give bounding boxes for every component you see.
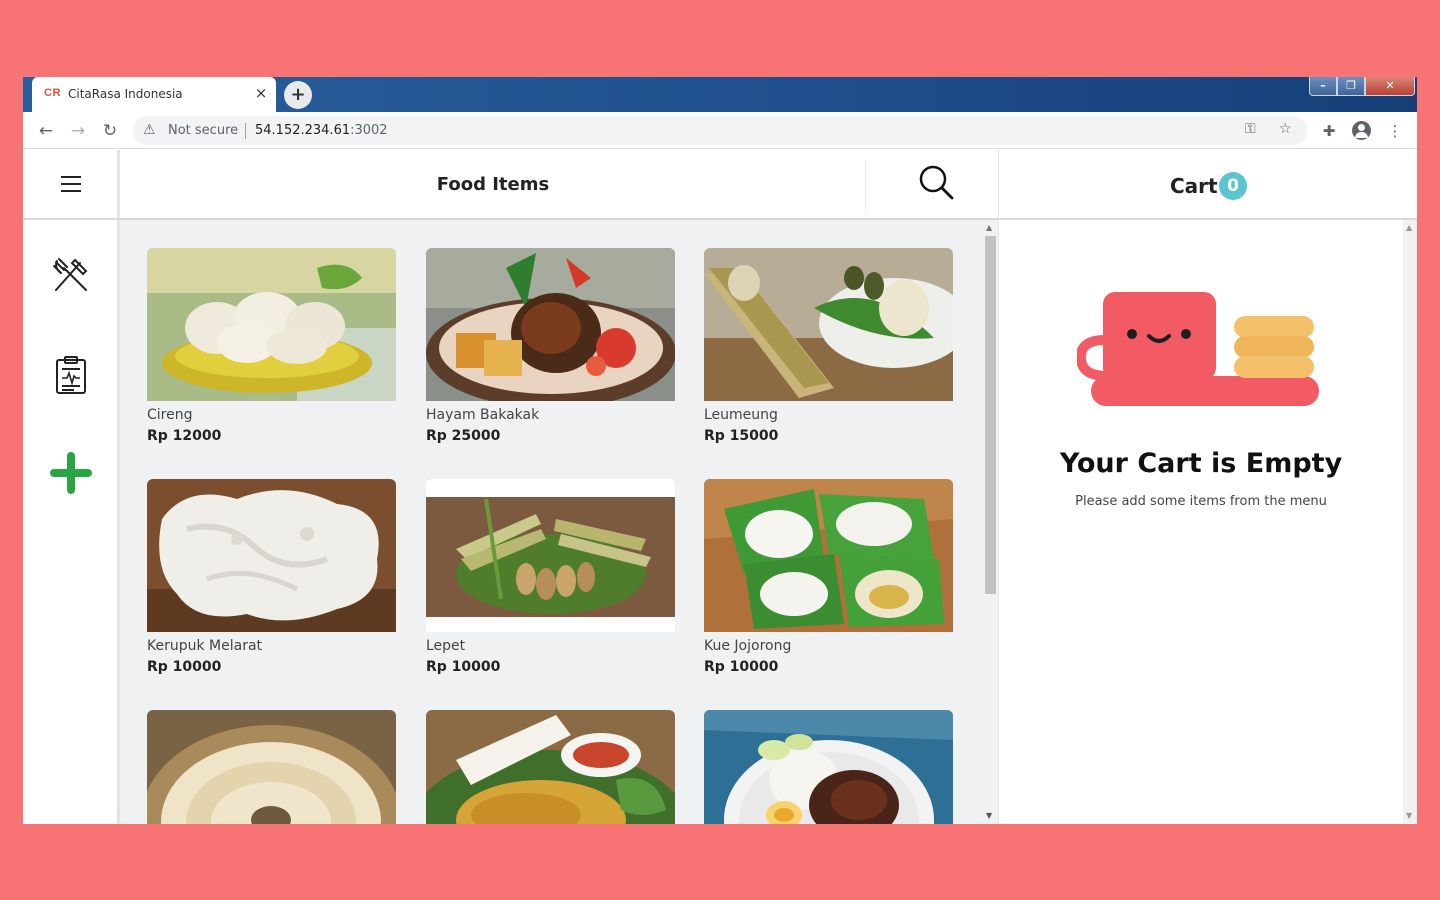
food-card[interactable]: Leumeung Rp 15000 <box>704 248 953 444</box>
tab-title: CitaRasa Indonesia <box>68 87 183 101</box>
food-image[interactable] <box>426 479 675 632</box>
minimize-button[interactable]: – <box>1309 77 1337 96</box>
food-card[interactable]: Lepet Rp 10000 <box>426 479 675 675</box>
scroll-down-arrow-icon[interactable]: ▼ <box>986 811 992 820</box>
security-label[interactable]: Not secure <box>168 123 238 138</box>
address-divider <box>245 123 246 139</box>
cart-scrollbar[interactable]: ▲ ▼ <box>1403 220 1417 824</box>
browser-tab[interactable]: CR CitaRasa Indonesia × <box>32 77 276 112</box>
food-price: Rp 10000 <box>426 659 501 675</box>
extensions-puzzle-icon[interactable]: ✚ <box>1318 120 1340 142</box>
food-image[interactable] <box>426 248 675 401</box>
close-window-button[interactable]: ✕ <box>1365 77 1415 96</box>
food-image[interactable] <box>147 710 396 824</box>
food-name: Kerupuk Melarat <box>147 638 263 654</box>
scrollbar-thumb[interactable] <box>985 236 996 594</box>
food-price: Rp 15000 <box>704 428 779 444</box>
food-card[interactable]: Cireng Rp 12000 <box>147 248 396 444</box>
app-root: Food Items Cireng Rp 12000 Hayam Bakakak… <box>23 150 1417 824</box>
clipboard-report-icon[interactable] <box>50 354 92 396</box>
key-icon[interactable]: ⚿ <box>1245 121 1256 137</box>
food-card[interactable]: Hayam Bakakak Rp 25000 <box>426 248 675 444</box>
url-text[interactable]: 54.152.234.61:3002 <box>255 123 388 138</box>
food-card[interactable] <box>147 710 396 824</box>
back-arrow-icon[interactable]: ← <box>35 120 57 142</box>
plus-icon[interactable] <box>50 452 92 494</box>
reload-icon[interactable]: ↻ <box>99 120 121 142</box>
food-grid-scrollbar[interactable]: ▲ ▼ <box>982 220 998 824</box>
search-icon[interactable] <box>918 164 954 200</box>
url-host: 54.152.234.61 <box>255 123 351 138</box>
star-bookmark-icon[interactable]: ☆ <box>1279 121 1292 137</box>
food-name: Lepet <box>426 638 466 654</box>
address-bar[interactable]: ⚠ Not secure 54.152.234.61:3002 ⚿ ☆ <box>133 116 1307 145</box>
hamburger-menu-icon[interactable] <box>61 176 81 192</box>
profile-avatar-icon[interactable] <box>1352 121 1371 140</box>
tab-favicon: CR <box>44 87 61 99</box>
scroll-up-arrow-icon[interactable]: ▲ <box>986 223 992 232</box>
food-image[interactable] <box>704 248 953 401</box>
food-price: Rp 12000 <box>147 428 222 444</box>
url-port: :3002 <box>350 123 388 138</box>
food-price: Rp 10000 <box>704 659 779 675</box>
browser-titlebar: CR CitaRasa Indonesia × + – ❐ ✕ <box>23 77 1417 112</box>
window-controls: – ❐ ✕ <box>1309 77 1415 96</box>
food-price: Rp 10000 <box>147 659 222 675</box>
maximize-button[interactable]: ❐ <box>1337 77 1365 96</box>
food-name: Leumeung <box>704 407 778 423</box>
food-name: Cireng <box>147 407 193 423</box>
new-tab-button[interactable]: + <box>284 81 312 109</box>
cart-count-badge: 0 <box>1219 172 1247 200</box>
food-name: Kue Jojorong <box>704 638 792 654</box>
empty-cart-subtitle: Please add some items from the menu <box>1075 494 1327 509</box>
forward-arrow-icon[interactable]: → <box>67 120 89 142</box>
food-card[interactable] <box>426 710 675 824</box>
empty-cart-title: Your Cart is Empty <box>1059 448 1343 479</box>
food-image[interactable] <box>704 479 953 632</box>
food-card[interactable] <box>704 710 953 824</box>
browser-toolbar: ← → ↻ ⚠ Not secure 54.152.234.61:3002 ⚿ … <box>23 112 1417 149</box>
warning-icon[interactable]: ⚠ <box>143 122 156 138</box>
utensils-icon[interactable] <box>50 254 92 296</box>
cart-scroll-up-icon[interactable]: ▲ <box>1406 223 1412 232</box>
sidebar <box>23 150 120 824</box>
menu-kebab-icon[interactable]: ⋮ <box>1384 120 1406 142</box>
food-image[interactable] <box>426 710 675 824</box>
empty-cart-illustration <box>1077 292 1319 406</box>
food-image[interactable] <box>704 710 953 824</box>
cart-header: Cart 0 <box>999 150 1417 220</box>
cart-title: Cart <box>1170 174 1218 198</box>
sidebar-divider <box>23 218 120 220</box>
browser-window: CR CitaRasa Indonesia × + – ❐ ✕ ← → ↻ ⚠ … <box>23 77 1417 824</box>
food-grid: Cireng Rp 12000 Hayam Bakakak Rp 25000 L… <box>120 220 982 824</box>
food-image[interactable] <box>147 248 396 401</box>
food-card[interactable]: Kue Jojorong Rp 10000 <box>704 479 953 675</box>
content-header: Food Items <box>120 150 998 220</box>
page-title: Food Items <box>436 174 550 195</box>
cart-scroll-down-icon[interactable]: ▼ <box>1406 811 1412 820</box>
tab-close-icon[interactable]: × <box>252 84 270 102</box>
header-divider <box>865 160 866 212</box>
food-card[interactable]: Kerupuk Melarat Rp 10000 <box>147 479 396 675</box>
cart-panel: Cart 0 Your Cart is Empty Please add som… <box>998 150 1417 824</box>
food-price: Rp 25000 <box>426 428 501 444</box>
food-name: Hayam Bakakak <box>426 407 540 423</box>
food-image[interactable] <box>147 479 396 632</box>
